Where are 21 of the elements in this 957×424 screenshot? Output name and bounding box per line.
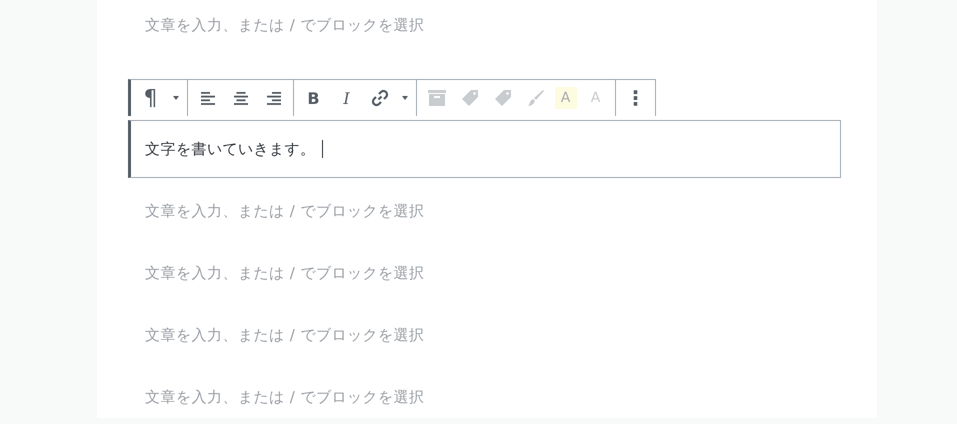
- italic-button[interactable]: I: [332, 84, 360, 112]
- placeholder-text[interactable]: 文章を入力、または / でブロックを選択: [145, 388, 425, 406]
- paragraph-text: 文字を書いていきます。: [145, 140, 316, 158]
- placeholder-text[interactable]: 文章を入力、または / でブロックを選択: [145, 326, 425, 344]
- paragraph-button[interactable]: ¶: [136, 84, 164, 112]
- align-right-icon: [266, 92, 280, 104]
- paragraph-editor[interactable]: 文字を書いていきます。: [128, 120, 841, 178]
- archive-icon: [428, 90, 446, 106]
- placeholder-text[interactable]: 文章を入力、または / でブロックを選択: [145, 202, 425, 220]
- align-center-icon: [234, 92, 248, 104]
- more-options-button[interactable]: ⋮: [622, 84, 650, 112]
- bold-button[interactable]: B: [300, 84, 328, 112]
- placeholder-text[interactable]: 文章を入力、または / でブロックを選択: [145, 16, 425, 34]
- link-icon: [370, 89, 388, 107]
- align-left-icon: [200, 92, 214, 104]
- caret-icon: [172, 96, 178, 100]
- tag-icon: [494, 89, 512, 107]
- brush-icon: [526, 89, 544, 107]
- placeholder-text[interactable]: 文章を入力、または / でブロックを選択: [145, 264, 425, 282]
- tag-icon: [460, 89, 478, 107]
- caret-icon: [402, 96, 408, 100]
